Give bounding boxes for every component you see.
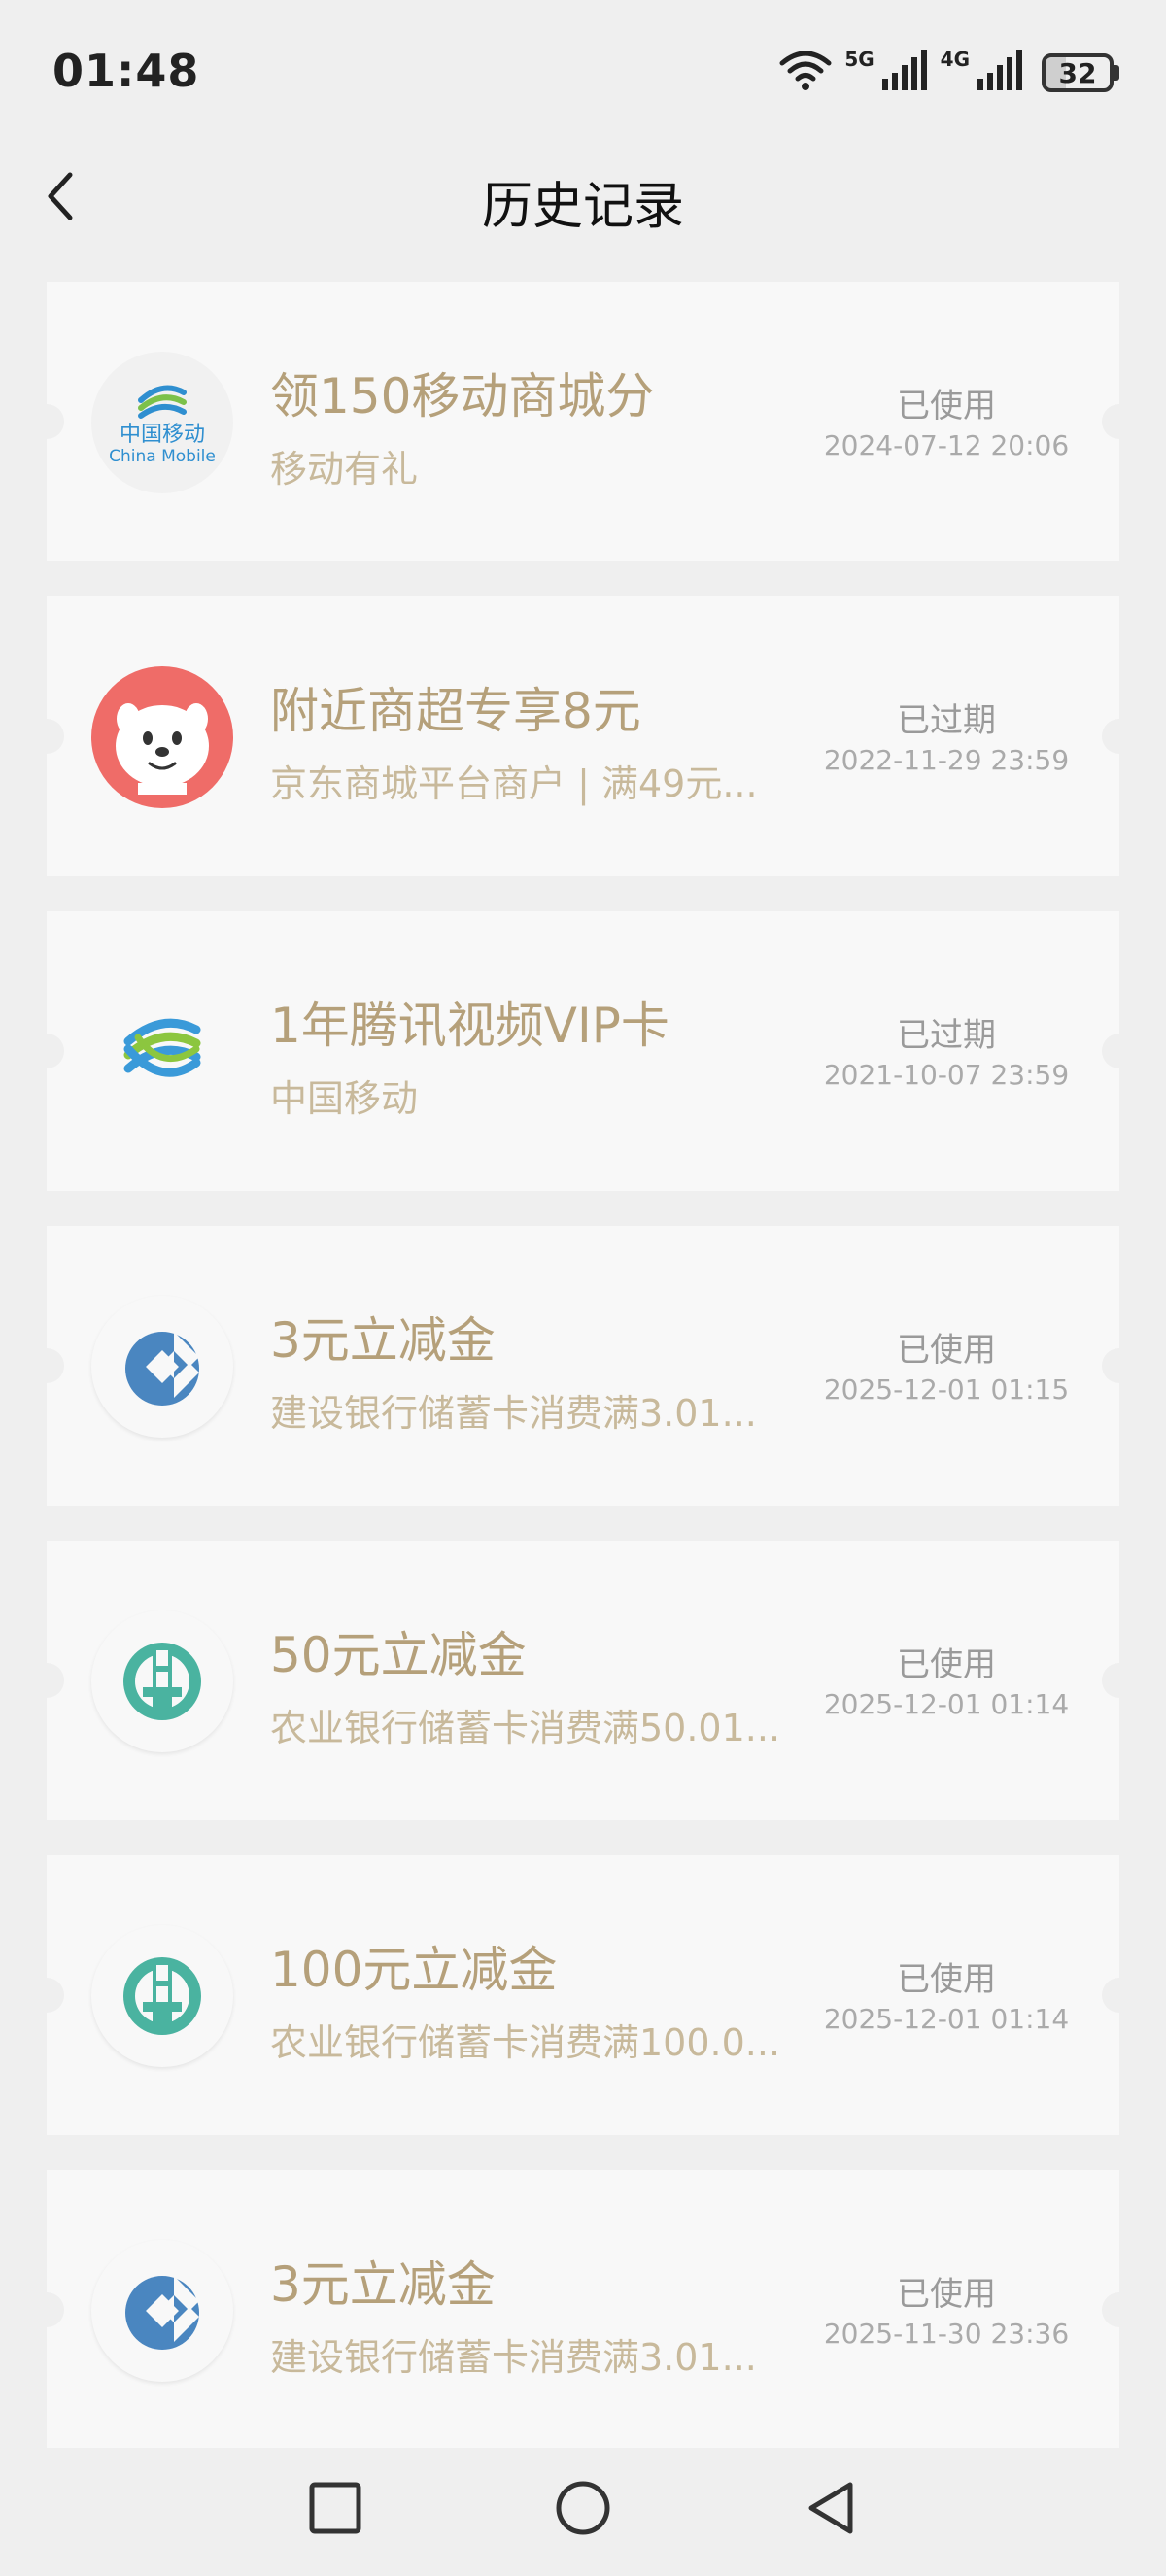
status-bar: 01:48 5G 4G 32 [0, 0, 1166, 146]
china-mobile-logo: 中国移动 China Mobile [91, 352, 233, 493]
card-status: 已使用 [897, 1331, 996, 1370]
history-card[interactable]: 1年腾讯视频VIP卡 中国移动 已过期 2021-10-07 23:59 [29, 911, 1137, 1191]
card-status: 已使用 [897, 387, 996, 425]
history-card[interactable]: 50元立减金 农业银行储蓄卡消费满50.01... 已使用 2025-12-01… [29, 1541, 1137, 1820]
card-title: 1年腾讯视频VIP卡 [270, 998, 669, 1054]
network-5g-label: 5G [844, 48, 874, 71]
wifi-icon [778, 50, 833, 96]
jd-mascot-logo [91, 666, 233, 808]
battery-level: 32 [1042, 53, 1114, 92]
recents-button[interactable] [296, 2471, 374, 2549]
card-status: 已过期 [897, 1016, 996, 1055]
card-status: 已使用 [897, 1960, 996, 1999]
ccb-logo [91, 1296, 233, 1438]
circle-icon [554, 2479, 612, 2541]
card-title: 100元立减金 [270, 1942, 558, 1998]
square-icon [308, 2481, 362, 2539]
card-date: 2025-12-01 01:15 [823, 1373, 1070, 1406]
card-date: 2022-11-29 23:59 [823, 744, 1070, 776]
status-time: 01:48 [52, 45, 200, 97]
card-title: 附近商超专享8元 [270, 683, 641, 739]
card-subtitle: 农业银行储蓄卡消费满50.01... [270, 1707, 781, 1749]
card-title: 3元立减金 [270, 2256, 496, 2313]
home-button[interactable] [544, 2471, 622, 2549]
battery-icon: 32 [1042, 53, 1119, 92]
history-card[interactable]: 3元立减金 建设银行储蓄卡消费满3.01... 已使用 2025-11-30 2… [29, 2170, 1137, 2450]
page-header: 历史记录 [0, 146, 1166, 253]
status-icons: 5G 4G 32 [778, 48, 1119, 97]
logo-text: 中国移动 [119, 422, 205, 447]
history-card[interactable]: 3元立减金 建设银行储蓄卡消费满3.01... 已使用 2025-12-01 0… [29, 1226, 1137, 1506]
card-date: 2024-07-12 20:06 [823, 429, 1070, 461]
card-date: 2021-10-07 23:59 [823, 1059, 1070, 1091]
page-title: 历史记录 [481, 178, 684, 236]
logo-subtext: China Mobile [109, 447, 216, 467]
history-card[interactable]: 附近商超专享8元 京东商城平台商户 | 满49元... 已过期 2022-11-… [29, 596, 1137, 876]
card-subtitle: 中国移动 [270, 1077, 419, 1120]
card-date: 2025-11-30 23:36 [823, 2318, 1070, 2350]
card-date: 2025-12-01 01:14 [823, 2003, 1070, 2035]
card-subtitle: 建设银行储蓄卡消费满3.01... [270, 2336, 757, 2379]
card-title: 领150移动商城分 [270, 368, 655, 424]
card-status: 已使用 [897, 1645, 996, 1684]
signal-icon [976, 50, 1024, 96]
signal-icon [880, 50, 929, 96]
abc-logo [91, 1925, 233, 2067]
card-date: 2025-12-01 01:14 [823, 1688, 1070, 1720]
history-card[interactable]: 100元立减金 农业银行储蓄卡消费满100.0... 已使用 2025-12-0… [29, 1855, 1137, 2135]
card-subtitle: 农业银行储蓄卡消费满100.0... [270, 2021, 781, 2064]
history-list: 中国移动 China Mobile 领150移动商城分 移动有礼 已使用 202… [29, 282, 1137, 2485]
abc-logo [91, 1610, 233, 1752]
triangle-left-icon [804, 2479, 858, 2541]
system-nav-bar [0, 2448, 1166, 2576]
network-4g-label: 4G [940, 48, 970, 71]
card-subtitle: 建设银行储蓄卡消费满3.01... [270, 1392, 757, 1435]
back-nav-button[interactable] [792, 2471, 870, 2549]
ccb-logo [91, 2240, 233, 2382]
card-title: 50元立减金 [270, 1627, 527, 1683]
history-card[interactable]: 中国移动 China Mobile 领150移动商城分 移动有礼 已使用 202… [29, 282, 1137, 561]
card-status: 已使用 [897, 2275, 996, 2314]
card-status: 已过期 [897, 701, 996, 740]
card-subtitle: 京东商城平台商户 | 满49元... [270, 763, 758, 805]
card-subtitle: 移动有礼 [270, 448, 419, 491]
china-mobile-logo [91, 981, 233, 1123]
card-title: 3元立减金 [270, 1312, 496, 1369]
